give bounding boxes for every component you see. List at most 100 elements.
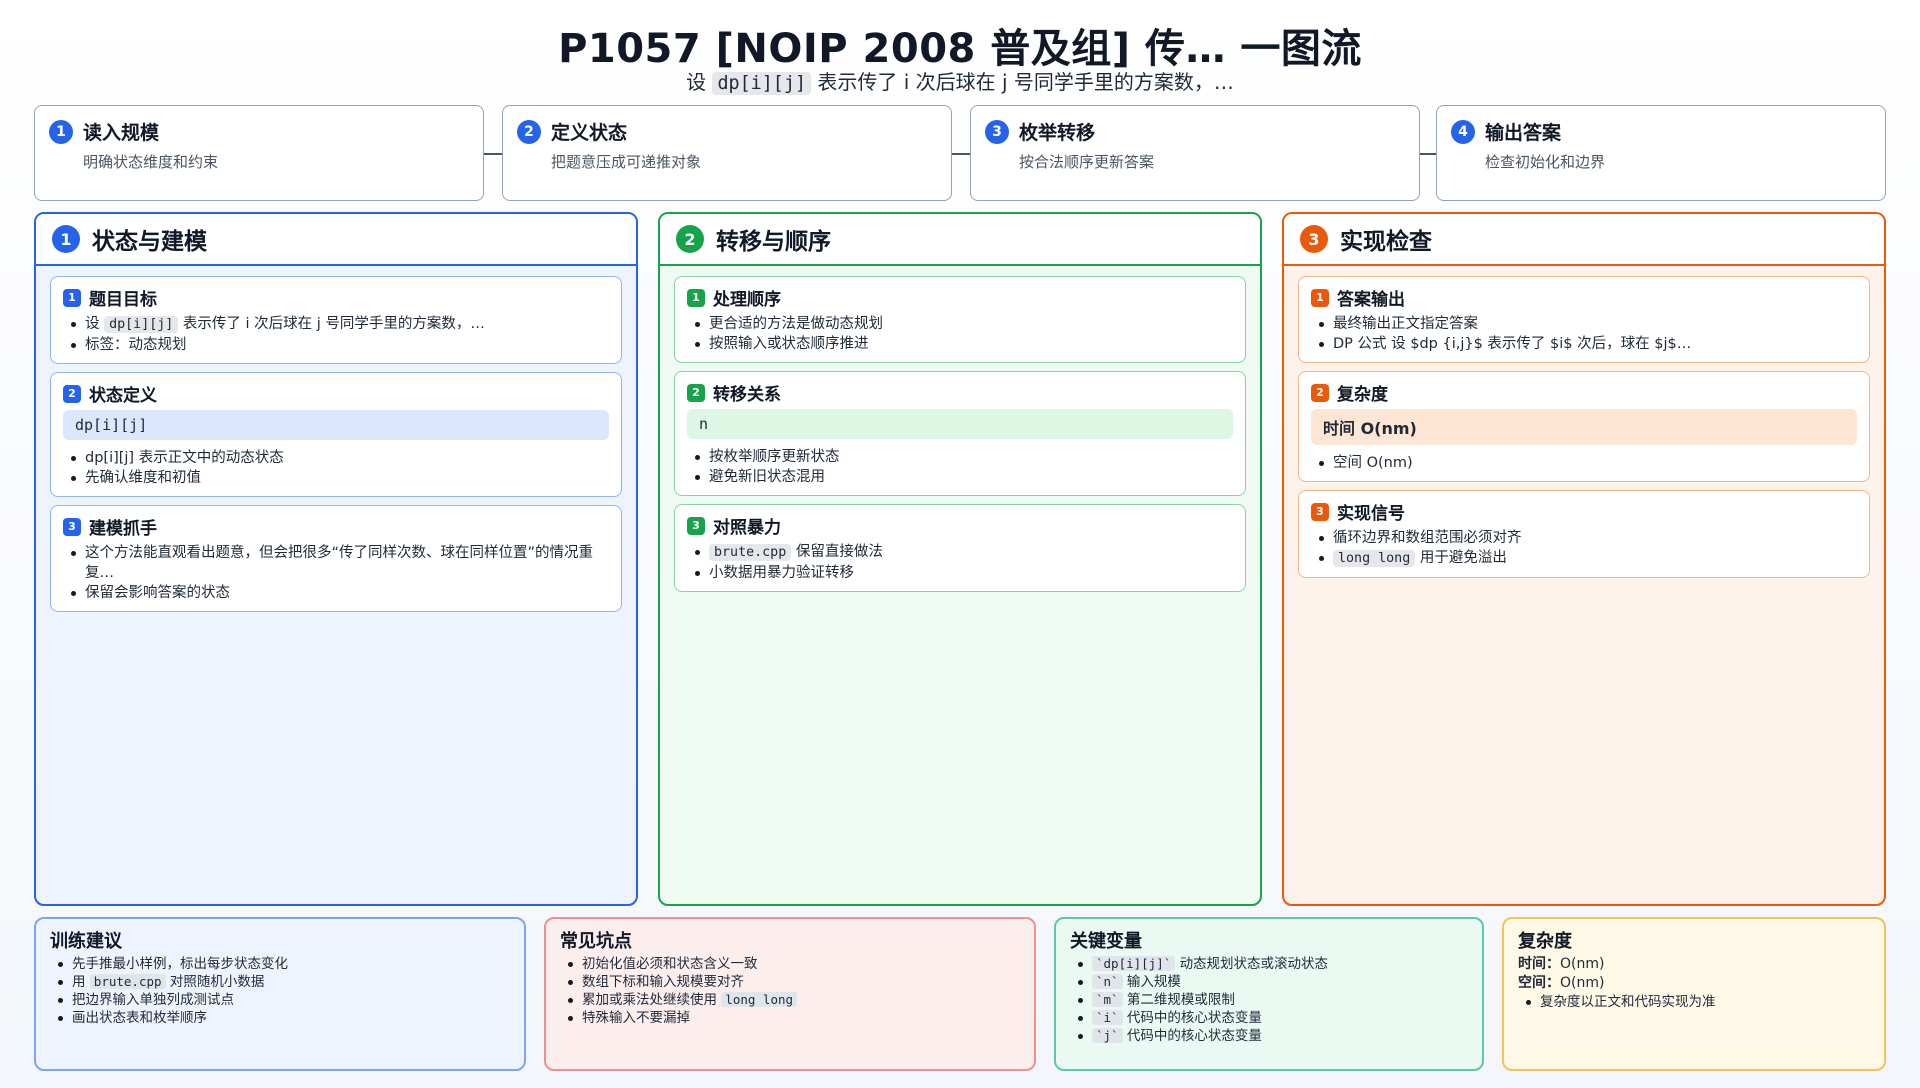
variable-code: `m` <box>1092 992 1123 1007</box>
list-item: 避免新旧状态混用 <box>687 467 1233 487</box>
column-number-badge: 3 <box>1300 225 1328 253</box>
variable-code: `i` <box>1092 1010 1123 1025</box>
subtitle-code: dp[i][j] <box>712 72 812 95</box>
panel-key-variables: 关键变量 `dp[i][j]` 动态规划状态或滚动状态 `n` 输入规模 `m`… <box>1054 917 1484 1071</box>
step-number-badge: 2 <box>517 119 541 144</box>
variable-code: `n` <box>1092 974 1123 989</box>
step-description: 明确状态维度和约束 <box>83 153 219 171</box>
card-number-badge: 2 <box>1311 383 1329 402</box>
column-header: 1 状态与建模 <box>36 214 636 266</box>
column-title: 状态与建模 <box>92 229 207 255</box>
list-item: 按照输入或状态顺序推进 <box>687 334 1233 354</box>
kv-label: 时间： <box>1518 956 1560 972</box>
variable-desc: 动态规划状态或滚动状态 <box>1179 956 1329 972</box>
column-title: 转移与顺序 <box>716 229 831 255</box>
variable-desc: 第二维规模或限制 <box>1126 992 1235 1008</box>
list-item: DP 公式 设 $dp {i,j}$ 表示传了 $i$ 次后，球在 $j$… <box>1311 334 1857 354</box>
card-number-badge: 3 <box>687 516 705 535</box>
list-item: 保留会影响答案的状态 <box>63 583 609 603</box>
subtitle-text: 表示传了 i 次后球在 j 号同学手里的方案数，… <box>817 70 1234 94</box>
step-number-badge: 4 <box>1451 119 1475 144</box>
card-title: 实现信号 <box>1337 504 1405 524</box>
space-complexity-row: 空间：O(nm) <box>1518 974 1870 993</box>
kv-value: O(nm) <box>1560 956 1605 972</box>
card-title: 转移关系 <box>713 385 781 405</box>
step-card-2: 2 定义状态 把题意压成可递推对象 <box>502 105 952 201</box>
list-item: 循环边界和数组范围必须对齐 <box>1311 528 1857 548</box>
bullet-text: 用于避免溢出 <box>1419 550 1507 566</box>
kv-label: 空间： <box>1518 975 1560 991</box>
list-item: 这个方法能直观看出题意，但会把很多“传了同样次数、球在同样位置”的情况重复… <box>63 543 609 583</box>
card-number-badge: 3 <box>1311 502 1329 521</box>
bullet-text: 保留直接做法 <box>795 544 883 560</box>
time-complexity-row: 时间：O(nm) <box>1518 955 1870 974</box>
list-item: `j` 代码中的核心状态变量 <box>1070 1027 1468 1045</box>
step-number-badge: 1 <box>49 119 73 144</box>
card-title: 题目目标 <box>89 290 157 310</box>
card-order: 1 处理顺序 更合适的方法是做动态规划 按照输入或状态顺序推进 <box>674 276 1246 363</box>
step-flow: 1 读入规模 明确状态维度和约束 2 定义状态 把题意压成可递推对象 3 枚举转移 按… <box>34 105 1886 201</box>
highlight-formula: n <box>687 409 1233 439</box>
step-connector <box>952 153 970 155</box>
panel-title: 关键变量 <box>1070 931 1142 952</box>
list-item: brute.cpp 保留直接做法 <box>687 542 1233 563</box>
step-description: 把题意压成可递推对象 <box>551 153 702 171</box>
list-item: 数组下标和输入规模要对齐 <box>560 973 1020 991</box>
panel-complexity: 复杂度 时间：O(nm) 空间：O(nm) 复杂度以正文和代码实现为准 <box>1502 917 1886 1071</box>
variable-desc: 输入规模 <box>1126 974 1181 990</box>
card-implementation-signal: 3 实现信号 循环边界和数组范围必须对齐 long long 用于避免溢出 <box>1298 490 1870 578</box>
page-subtitle: 设 dp[i][j] 表示传了 i 次后球在 j 号同学手里的方案数，… <box>0 66 1920 95</box>
list-item: 画出状态表和枚举顺序 <box>50 1009 510 1027</box>
card-title: 状态定义 <box>89 386 157 406</box>
panel-title: 训练建议 <box>50 931 122 952</box>
step-title: 输出答案 <box>1485 122 1562 144</box>
list-item: `i` 代码中的核心状态变量 <box>1070 1009 1468 1027</box>
card-number-badge: 1 <box>687 288 705 307</box>
list-item: `n` 输入规模 <box>1070 973 1468 991</box>
column-title: 实现检查 <box>1340 229 1432 255</box>
card-number-badge: 1 <box>63 288 81 307</box>
step-description: 检查初始化和边界 <box>1485 153 1606 171</box>
card-answer-output: 1 答案输出 最终输出正文指定答案 DP 公式 设 $dp {i,j}$ 表示传了… <box>1298 276 1870 363</box>
panel-training-tips: 训练建议 先手推最小样例，标出每步状态变化 用 brute.cpp 对照随机小数… <box>34 917 526 1071</box>
inline-code: long long <box>1333 550 1416 567</box>
list-item: 更合适的方法是做动态规划 <box>687 314 1233 334</box>
column-header: 3 实现检查 <box>1284 214 1884 266</box>
inline-code: dp[i][j] <box>104 316 179 333</box>
step-card-1: 1 读入规模 明确状态维度和约束 <box>34 105 484 201</box>
card-title: 建模抓手 <box>89 519 157 539</box>
list-item: 设 dp[i][j] 表示传了 i 次后球在 j 号同学手里的方案数，… <box>63 314 609 335</box>
card-complexity: 2 复杂度 时间 O(nm) 空间 O(nm) <box>1298 371 1870 482</box>
bullet-text: 用 <box>72 974 86 990</box>
step-title: 枚举转移 <box>1019 122 1096 144</box>
list-item: 初始化值必须和状态含义一致 <box>560 955 1020 973</box>
bullet-text: 设 <box>85 316 100 332</box>
card-title: 复杂度 <box>1337 385 1388 405</box>
step-card-4: 4 输出答案 检查初始化和边界 <box>1436 105 1886 201</box>
variable-code: `j` <box>1092 1028 1123 1043</box>
variable-desc: 代码中的核心状态变量 <box>1126 1028 1262 1044</box>
panel-title: 复杂度 <box>1518 931 1572 952</box>
list-item: 把边界输入单独列成测试点 <box>50 991 510 1009</box>
list-item: dp[i][j] 表示正文中的动态状态 <box>63 448 609 468</box>
column-implementation: 3 实现检查 1 答案输出 最终输出正文指定答案 DP 公式 设 $dp {i,j… <box>1282 212 1886 906</box>
list-item: 按枚举顺序更新状态 <box>687 447 1233 467</box>
step-title: 读入规模 <box>83 122 160 144</box>
list-item: 特殊输入不要漏掉 <box>560 1009 1020 1027</box>
column-modeling: 1 状态与建模 1 题目目标 设 dp[i][j] 表示传了 i 次后球在 j 号… <box>34 212 638 906</box>
kv-value: O(nm) <box>1560 975 1605 991</box>
card-number-badge: 2 <box>63 384 81 403</box>
bullet-text: 对照随机小数据 <box>169 974 265 990</box>
card-number-badge: 2 <box>687 383 705 402</box>
panel-pitfalls: 常见坑点 初始化值必须和状态含义一致 数组下标和输入规模要对齐 累加或乘法处继续… <box>544 917 1036 1071</box>
step-number-badge: 3 <box>985 119 1009 144</box>
list-item: 标签：动态规划 <box>63 335 609 355</box>
highlight-time: 时间 O(nm) <box>1311 409 1857 445</box>
card-number-badge: 3 <box>63 517 81 536</box>
inline-code: long long <box>721 992 798 1007</box>
list-item: 先确认维度和初值 <box>63 468 609 488</box>
card-title: 答案输出 <box>1337 290 1405 310</box>
card-transition: 2 转移关系 n 按枚举顺序更新状态 避免新旧状态混用 <box>674 371 1246 496</box>
step-title: 定义状态 <box>551 122 628 144</box>
list-item: 复杂度以正文和代码实现为准 <box>1518 993 1870 1011</box>
